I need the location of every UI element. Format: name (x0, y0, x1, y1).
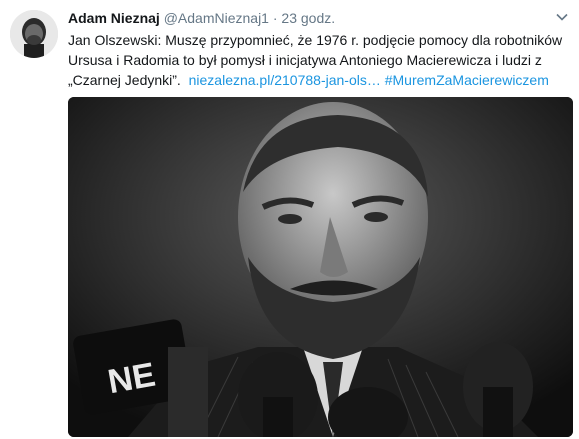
tweet-text-line: „Czarnej Jedynki”. niezalezna.pl/210788-… (68, 70, 568, 90)
tweet-link[interactable]: niezalezna.pl/210788-jan-ols… (189, 72, 381, 88)
tweet[interactable]: Adam Nieznaj @AdamNieznaj1 · 23 godz. Ja… (0, 0, 579, 439)
tweet-text-line: Jan Olszewski: Muszę przypomnieć, że 197… (68, 32, 563, 48)
hashtag-link[interactable]: #MuremZaMacierewiczem (385, 72, 549, 88)
tweet-text-fragment: „Czarnej Jedynki”. (68, 72, 181, 88)
author-name[interactable]: Adam Nieznaj (68, 10, 160, 26)
timestamp[interactable]: 23 godz. (281, 10, 335, 26)
tweet-header: Adam Nieznaj @AdamNieznaj1 · 23 godz. (68, 8, 569, 28)
chevron-down-icon[interactable] (555, 10, 569, 24)
author-handle[interactable]: @AdamNieznaj1 (164, 10, 269, 26)
tweet-image[interactable]: NE (68, 97, 573, 437)
tweet-text: Jan Olszewski: Muszę przypomnieć, że 197… (68, 30, 568, 90)
avatar[interactable] (10, 10, 58, 58)
svg-text:NE: NE (105, 356, 158, 402)
separator: · (272, 10, 278, 26)
tweet-text-line: Ursusa i Radomia to był pomysł i inicjat… (68, 52, 542, 68)
